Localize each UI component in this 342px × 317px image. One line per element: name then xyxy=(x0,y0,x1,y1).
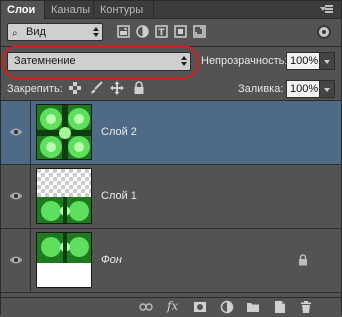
layer-thumbnail xyxy=(36,232,92,288)
layers-bottom-toolbar: fx xyxy=(1,297,341,315)
panel-tab-bar: Слои× Каналы Контуры xyxy=(1,1,341,34)
lock-all-icon[interactable] xyxy=(132,81,146,95)
filter-toggle-icon[interactable] xyxy=(317,25,331,39)
delete-layer-trash-icon[interactable] xyxy=(299,300,313,314)
tab-channels[interactable]: Каналы xyxy=(45,1,94,19)
visibility-toggle[interactable] xyxy=(1,165,31,228)
layer-lock-icon xyxy=(298,254,308,266)
visibility-toggle[interactable] xyxy=(1,101,31,164)
filter-adjustment-icon[interactable] xyxy=(135,24,150,39)
new-group-folder-icon[interactable] xyxy=(246,300,260,314)
layers-list: Слой 2 Слой 1 Фон xyxy=(1,101,341,293)
magnifier-icon: ⌕ xyxy=(12,28,18,39)
filter-shape-icon[interactable] xyxy=(173,24,188,39)
fill-label: Заливка: xyxy=(238,83,284,95)
fill-input[interactable]: 100% xyxy=(286,80,320,98)
fill-dropdown-button[interactable] xyxy=(320,80,335,98)
select-arrows-icon xyxy=(181,55,187,67)
tab-paths[interactable]: Контуры xyxy=(94,1,154,19)
eye-icon xyxy=(9,191,23,201)
tab-layers-label: Слои xyxy=(7,4,36,16)
svg-text:T: T xyxy=(158,28,165,38)
add-mask-icon[interactable] xyxy=(193,300,207,314)
opacity-label: Непрозрачность: xyxy=(201,55,288,67)
tab-paths-label: Контуры xyxy=(100,4,144,16)
blend-mode-select[interactable]: Затемнение xyxy=(7,52,191,71)
layers-panel: Слои× Каналы Контуры ⌕ Вид T Затемнение xyxy=(0,0,342,315)
layer-row-layer-1[interactable]: Слой 1 xyxy=(1,165,341,229)
lock-label: Закрепить: xyxy=(7,83,63,95)
select-arrows-icon xyxy=(93,26,99,38)
eye-icon xyxy=(9,127,23,137)
visibility-toggle[interactable] xyxy=(1,229,31,292)
layer-name[interactable]: Фон xyxy=(101,254,122,266)
filter-pixel-icon[interactable] xyxy=(116,24,131,39)
new-layer-icon[interactable] xyxy=(273,300,287,314)
filter-smart-object-icon[interactable] xyxy=(192,24,207,39)
filter-kind-label: Вид xyxy=(26,26,46,38)
tab-layers[interactable]: Слои× xyxy=(1,1,45,34)
eye-icon xyxy=(9,255,23,265)
lock-transparent-icon[interactable] xyxy=(68,81,82,95)
new-adjustment-layer-icon[interactable] xyxy=(220,300,234,314)
link-layers-icon[interactable] xyxy=(139,300,153,314)
lock-position-move-icon[interactable] xyxy=(110,81,124,95)
filter-type-icon[interactable]: T xyxy=(154,24,169,39)
layer-name[interactable]: Слой 2 xyxy=(101,126,137,138)
tab-channels-label: Каналы xyxy=(51,4,91,16)
opacity-dropdown-button[interactable] xyxy=(320,52,335,70)
layer-row-background[interactable]: Фон xyxy=(1,229,341,293)
filter-kind-select[interactable]: ⌕ Вид xyxy=(7,23,103,41)
layer-thumbnail xyxy=(36,104,92,160)
layer-thumbnail xyxy=(36,168,92,224)
blend-mode-value: Затемнение xyxy=(14,55,76,67)
layer-style-fx-button[interactable]: fx xyxy=(167,299,178,313)
lock-image-brush-icon[interactable] xyxy=(89,81,103,95)
divider xyxy=(1,46,341,47)
opacity-input[interactable]: 100% xyxy=(286,52,320,70)
layer-name[interactable]: Слой 1 xyxy=(101,190,137,202)
panel-menu-icon[interactable] xyxy=(320,4,335,16)
layer-row-layer-2[interactable]: Слой 2 xyxy=(1,101,341,165)
